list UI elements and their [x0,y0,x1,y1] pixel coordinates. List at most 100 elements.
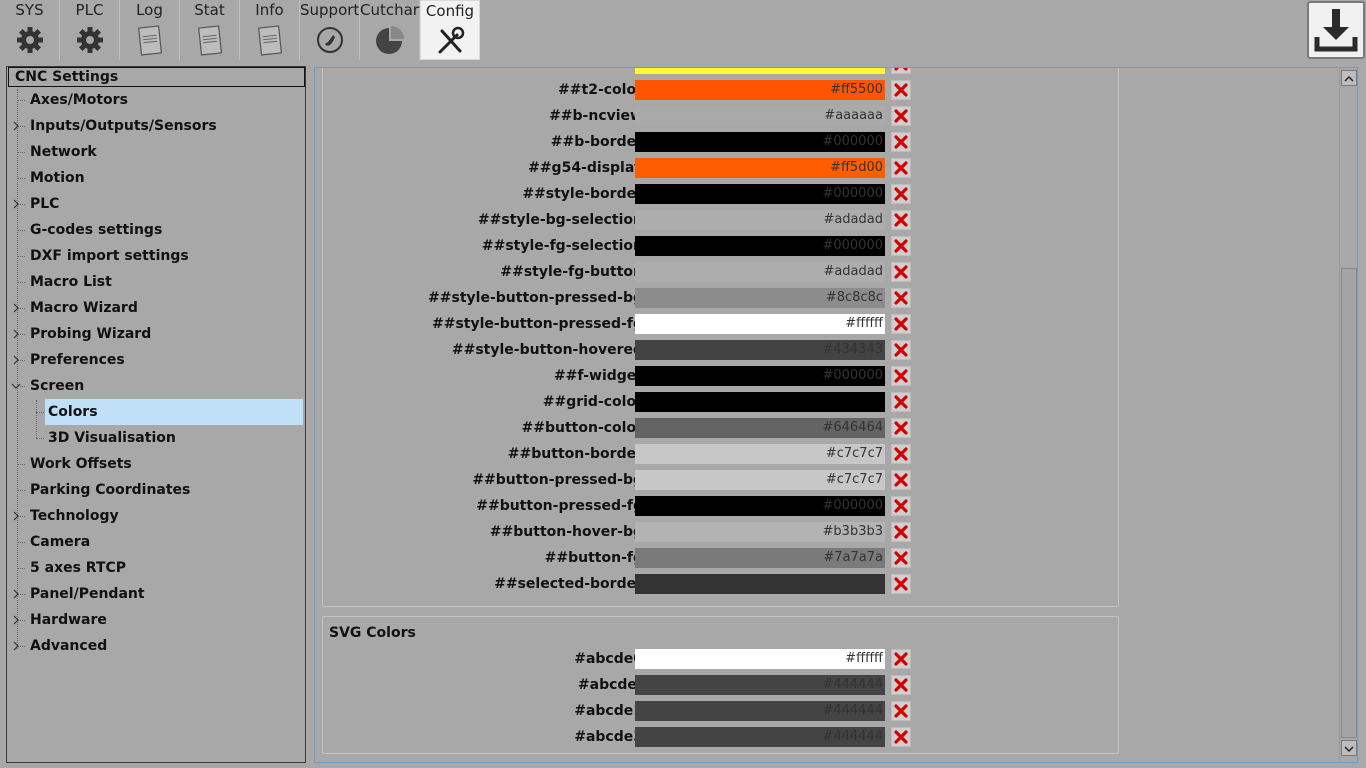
delete-color-button[interactable] [891,675,911,695]
color-name-label: ##g54-display [528,160,643,176]
delete-color-button[interactable] [891,80,911,100]
color-swatch-field[interactable]: #000000 [635,496,885,516]
delete-color-button[interactable] [891,496,911,516]
color-swatch-field[interactable]: #434343 [635,340,885,360]
color-swatch-field[interactable]: #fff92e [635,68,885,74]
chevron-right-icon[interactable] [11,589,21,602]
tree-item-work-offsets[interactable]: Work Offsets [27,451,138,477]
tree-item-macro-list[interactable]: Macro List [27,269,118,295]
tree-item-screen[interactable]: Screen [27,373,90,399]
color-swatch-field[interactable]: #000000 [635,184,885,204]
delete-color-button[interactable] [891,236,911,256]
color-swatch-field[interactable]: #444444 [635,701,885,721]
tree-item-hardware[interactable]: Hardware [27,607,113,633]
color-swatch-field[interactable]: #444444 [635,675,885,695]
delete-color-button[interactable] [891,288,911,308]
tree-item-axes-motors[interactable]: Axes/Motors [27,87,134,113]
tree-item-probing-wizard[interactable]: Probing Wizard [27,321,157,347]
delete-color-button[interactable] [891,649,911,669]
tree-item-advanced[interactable]: Advanced [27,633,113,659]
color-swatch-field[interactable]: #aaaaaa [635,106,885,126]
delete-color-button[interactable] [891,392,911,412]
tree-item-macro-wizard[interactable]: Macro Wizard [27,295,144,321]
color-swatch-field[interactable]: #646464 [635,418,885,438]
color-value-text: #444444 [822,677,883,692]
color-swatch-field[interactable]: #7a7a7a [635,548,885,568]
color-swatch-field[interactable]: #8c8c8c [635,288,885,308]
tree-root-cnc-settings[interactable]: CNC Settings [8,67,305,87]
color-swatch-field[interactable]: #000000 [635,236,885,256]
color-swatch-field[interactable]: #b3b3b3 [635,522,885,542]
chevron-right-icon[interactable] [11,329,21,342]
tree-item-3d-visualisation[interactable]: 3D Visualisation [45,425,182,451]
delete-color-button[interactable] [891,340,911,360]
delete-color-button[interactable] [891,210,911,230]
chevron-right-icon[interactable] [11,121,21,134]
color-swatch-field[interactable]: #adadad [635,262,885,282]
delete-color-button[interactable] [891,727,911,747]
tree-item-parking-coordinates[interactable]: Parking Coordinates [27,477,196,503]
tab-config[interactable]: Config [420,0,480,60]
tab-cutchart[interactable]: Cutchart [360,0,425,60]
delete-color-button[interactable] [891,366,911,386]
delete-color-button[interactable] [891,418,911,438]
download-button[interactable] [1307,1,1365,59]
delete-color-button[interactable] [891,548,911,568]
tree-item-plc[interactable]: PLC [27,191,65,217]
color-swatch-field[interactable]: #ff5500 [635,80,885,100]
delete-color-button[interactable] [891,444,911,464]
delete-color-button[interactable] [891,574,911,594]
color-swatch-field[interactable]: #000000 [635,366,885,386]
tree-item-5-axes-rtcp[interactable]: 5 axes RTCP [27,555,132,581]
delete-color-button[interactable] [891,314,911,334]
delete-color-button[interactable] [891,470,911,490]
tab-info[interactable]: Info [240,0,300,60]
delete-color-button[interactable] [891,106,911,126]
chevron-right-icon[interactable] [11,511,21,524]
color-swatch-field[interactable]: #ffffff [635,649,885,669]
delete-color-button[interactable] [891,262,911,282]
scrollbar-thumb[interactable] [1341,268,1357,738]
tree-item-dxf-import-settings[interactable]: DXF import settings [27,243,195,269]
color-swatch-field[interactable] [635,574,885,594]
tree-item-inputs-outputs-sensors[interactable]: Inputs/Outputs/Sensors [27,113,223,139]
delete-color-button[interactable] [891,68,911,74]
delete-color-button[interactable] [891,184,911,204]
color-swatch-field[interactable]: #ffffff [635,314,885,334]
scroll-down-button[interactable] [1341,740,1357,756]
chevron-right-icon[interactable] [11,303,21,316]
delete-x-icon [894,369,908,383]
tree-item-g-codes-settings[interactable]: G-codes settings [27,217,168,243]
tab-log[interactable]: Log [120,0,180,60]
chevron-down-icon[interactable] [11,381,21,394]
delete-color-button[interactable] [891,522,911,542]
tree-item-network[interactable]: Network [27,139,103,165]
tab-stat[interactable]: Stat [180,0,240,60]
color-swatch-field[interactable]: #444444 [635,727,885,747]
color-swatch-field[interactable]: #000000 [635,132,885,152]
tree-item-panel-pendant[interactable]: Panel/Pendant [27,581,151,607]
color-swatch-field[interactable]: #c7c7c7 [635,444,885,464]
color-swatch-field[interactable] [635,392,885,412]
tab-sys[interactable]: SYS [0,0,60,60]
color-swatch-field[interactable]: #c7c7c7 [635,470,885,490]
tree-item-colors[interactable]: Colors [45,399,303,425]
chevron-right-icon[interactable] [11,615,21,628]
tab-plc[interactable]: PLC [60,0,120,60]
color-swatch-field[interactable]: #ff5d00 [635,158,885,178]
chevron-right-icon[interactable] [11,199,21,212]
vertical-scrollbar[interactable] [1339,68,1357,762]
chevron-right-icon[interactable] [11,355,21,368]
color-swatch-field[interactable]: #adadad [635,210,885,230]
tree-item-technology[interactable]: Technology [27,503,125,529]
tree-item-motion[interactable]: Motion [27,165,91,191]
tab-support[interactable]: Support [300,0,360,60]
color-value-text: #aaaaaa [824,108,883,123]
tree-item-camera[interactable]: Camera [27,529,96,555]
tree-item-preferences[interactable]: Preferences [27,347,131,373]
chevron-right-icon[interactable] [11,641,21,654]
delete-color-button[interactable] [891,132,911,152]
scroll-up-button[interactable] [1341,70,1357,86]
delete-color-button[interactable] [891,701,911,721]
delete-color-button[interactable] [891,158,911,178]
